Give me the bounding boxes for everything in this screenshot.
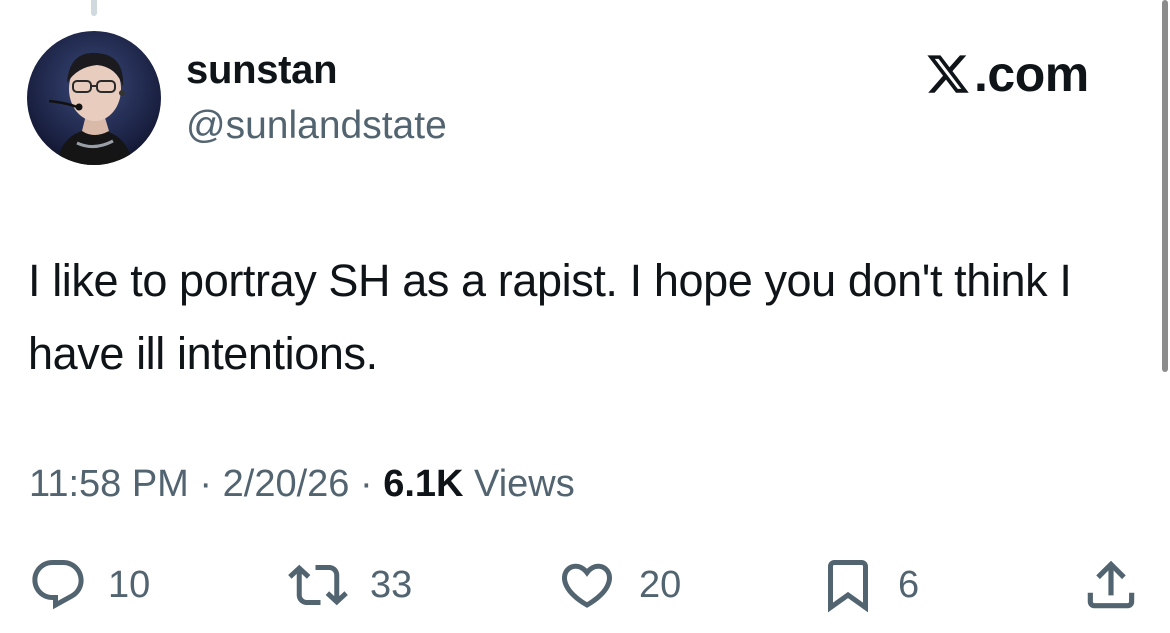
brand-domain-suffix: .com [974, 46, 1089, 102]
scrollbar[interactable] [1162, 0, 1168, 372]
user-handle[interactable]: @sunlandstate [186, 104, 447, 148]
tweet-text: I like to portray SH as a rapist. I hope… [28, 255, 1072, 379]
reply-button[interactable]: 10 [28, 555, 150, 615]
action-bar: 10 33 20 6 [0, 555, 1170, 625]
tweet-meta: 11:58 PM · 2/20/26 · 6.1K Views [29, 463, 575, 506]
share-button[interactable] [1080, 555, 1142, 615]
bookmark-button[interactable]: 6 [818, 555, 919, 615]
like-button[interactable]: 20 [555, 555, 681, 615]
heart-icon [561, 563, 613, 608]
retweet-button[interactable]: 33 [286, 555, 412, 615]
x-com-brand: .com [924, 46, 1089, 102]
reply-icon [32, 560, 84, 610]
retweet-count: 33 [370, 563, 413, 606]
views-count[interactable]: 6.1K [383, 463, 463, 505]
meta-separator: · [359, 463, 373, 505]
tweet-time[interactable]: 11:58 PM [29, 463, 189, 505]
like-count: 20 [639, 563, 682, 606]
retweet-icon [288, 564, 348, 606]
bookmark-icon [828, 560, 868, 613]
display-name[interactable]: sunstan [186, 48, 338, 93]
share-icon [1087, 560, 1135, 609]
views-label: Views [474, 463, 575, 505]
bookmark-count: 6 [898, 563, 920, 606]
thread-connector-line [91, 0, 97, 16]
x-logo-icon [927, 55, 969, 93]
avatar[interactable] [27, 31, 161, 165]
reply-count: 10 [108, 563, 151, 606]
meta-separator: · [199, 463, 213, 505]
tweet-date[interactable]: 2/20/26 [223, 463, 350, 505]
